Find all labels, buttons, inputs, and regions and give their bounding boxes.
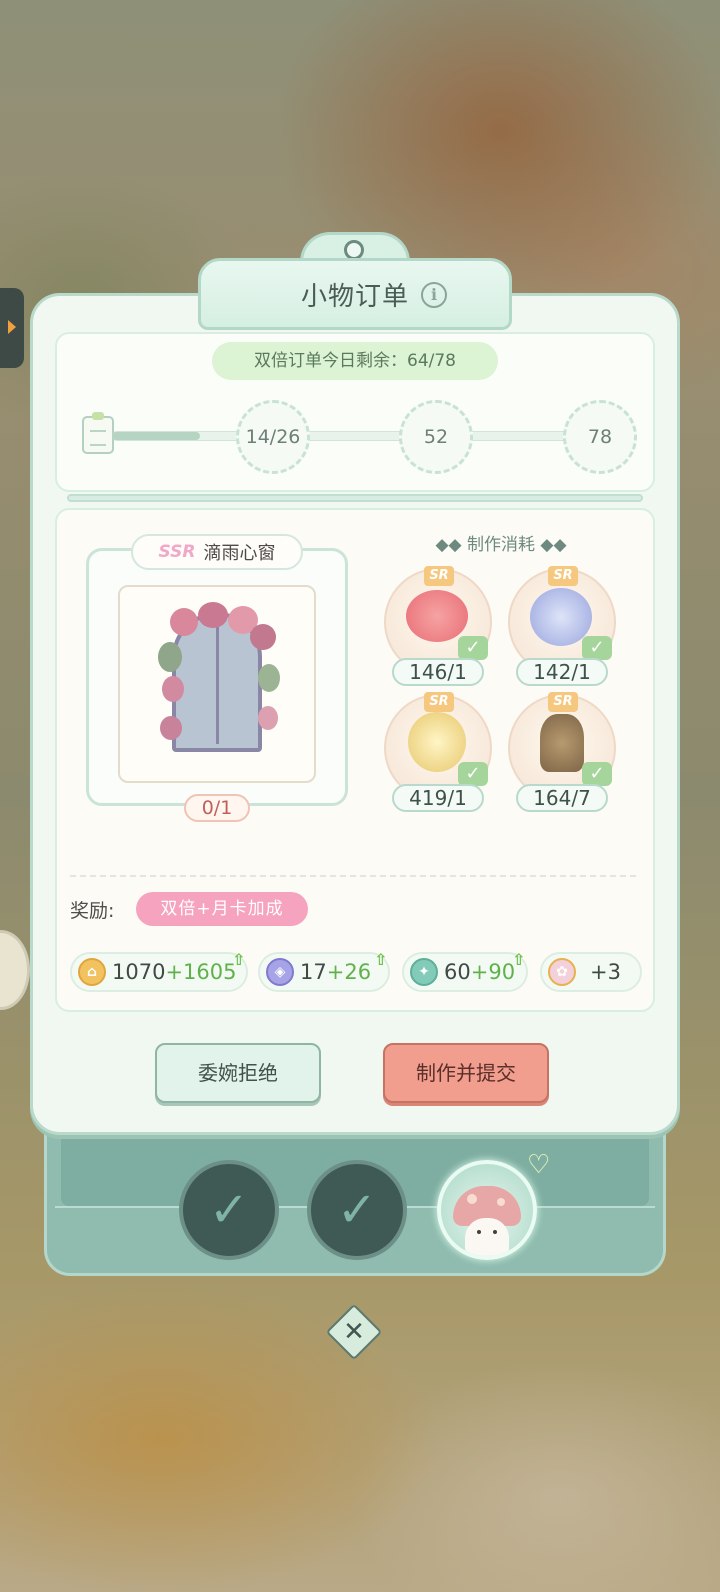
coin-icon: ⌂ <box>78 958 106 986</box>
milestone-label: 52 <box>423 426 449 448</box>
milestone-3[interactable]: 78 <box>563 400 637 474</box>
ssr-rarity-badge: SSR <box>158 542 196 562</box>
reward-gift[interactable]: ✿ +3 <box>540 952 642 992</box>
reward-coin[interactable]: ⌂ 1070 +1605 ⇧ <box>70 950 248 992</box>
side-expand-tab[interactable] <box>0 288 24 368</box>
check-icon: ✓ <box>458 636 488 660</box>
milestone-1[interactable]: 14/26 <box>236 400 310 474</box>
reward-bonus: +1605 <box>165 960 237 984</box>
progress-fill <box>112 432 200 440</box>
clipboard-icon <box>82 412 114 454</box>
reward-exp[interactable]: ✦ 60 +90 ⇧ <box>402 950 528 992</box>
milestone-label: 78 <box>587 426 613 448</box>
material-slot-1[interactable]: SR ✓ 146/1 <box>384 566 492 688</box>
product-quantity: 0/1 <box>184 794 250 822</box>
material-slot-4[interactable]: SR ✓ 164/7 <box>508 692 616 814</box>
red-crystal-icon <box>406 590 468 642</box>
check-icon: ✓ <box>458 762 488 786</box>
product-name-tag: SSR 滴雨心窗 <box>131 534 303 570</box>
material-count: 142/1 <box>516 658 608 686</box>
reward-base: +3 <box>590 960 621 984</box>
reward-base: 1070 <box>112 960 166 984</box>
gem-icon: ◈ <box>266 958 294 986</box>
material-count: 164/7 <box>516 784 608 812</box>
milestone-label: 14/26 <box>245 426 301 448</box>
reward-gem[interactable]: ◈ 17 +26 ⇧ <box>258 950 390 992</box>
order-slot-completed-1[interactable]: ✓ <box>179 1160 279 1260</box>
gift-icon: ✿ <box>548 958 576 986</box>
check-icon: ✓ <box>208 1182 250 1238</box>
sr-badge: SR <box>548 692 578 712</box>
arrow-up-icon: ⇧ <box>374 950 388 969</box>
wood-figure-icon <box>540 714 584 772</box>
material-count: 146/1 <box>392 658 484 686</box>
decline-button[interactable]: 委婉拒绝 <box>155 1043 321 1103</box>
exp-icon: ✦ <box>410 958 438 986</box>
rain-window-door-image <box>158 602 282 766</box>
reward-base: 17 <box>300 960 327 984</box>
mushroom-customer-avatar <box>447 1176 527 1256</box>
material-count: 419/1 <box>392 784 484 812</box>
close-icon[interactable]: ✕ <box>334 1312 374 1352</box>
sr-badge: SR <box>424 692 454 712</box>
check-icon: ✓ <box>582 636 612 660</box>
material-slot-2[interactable]: SR ✓ 142/1 <box>508 566 616 688</box>
materials-title: ◆◆ 制作消耗 ◆◆ <box>435 535 567 555</box>
heart-check-icon: ♡ <box>527 1150 551 1180</box>
reward-base: 60 <box>444 960 471 984</box>
sr-badge: SR <box>548 566 578 586</box>
product-name: 滴雨心窗 <box>203 543 276 564</box>
craft-submit-button[interactable]: 制作并提交 <box>383 1043 549 1103</box>
order-slot-active[interactable] <box>437 1160 537 1260</box>
reward-bonus: +90 <box>470 960 516 984</box>
sr-badge: SR <box>424 566 454 586</box>
reward-label: 奖励: <box>70 900 115 922</box>
info-icon[interactable]: i <box>421 282 447 308</box>
order-slot-completed-2[interactable]: ✓ <box>307 1160 407 1260</box>
arrow-up-icon: ⇧ <box>512 950 526 969</box>
arrow-up-icon: ⇧ <box>232 950 246 969</box>
reward-bonus: +26 <box>326 960 372 984</box>
yellow-flower-mirror-icon <box>408 712 466 772</box>
bonus-tag: 双倍+月卡加成 <box>136 892 308 926</box>
check-icon: ✓ <box>336 1182 378 1238</box>
header-hole <box>344 240 364 260</box>
milestone-2[interactable]: 52 <box>399 400 473 474</box>
double-order-banner: 双倍订单今日剩余：64/78 <box>212 342 498 380</box>
section-divider <box>70 875 636 877</box>
panel-rail <box>67 494 643 502</box>
check-icon: ✓ <box>582 762 612 786</box>
material-slot-3[interactable]: SR ✓ 419/1 <box>384 692 492 814</box>
